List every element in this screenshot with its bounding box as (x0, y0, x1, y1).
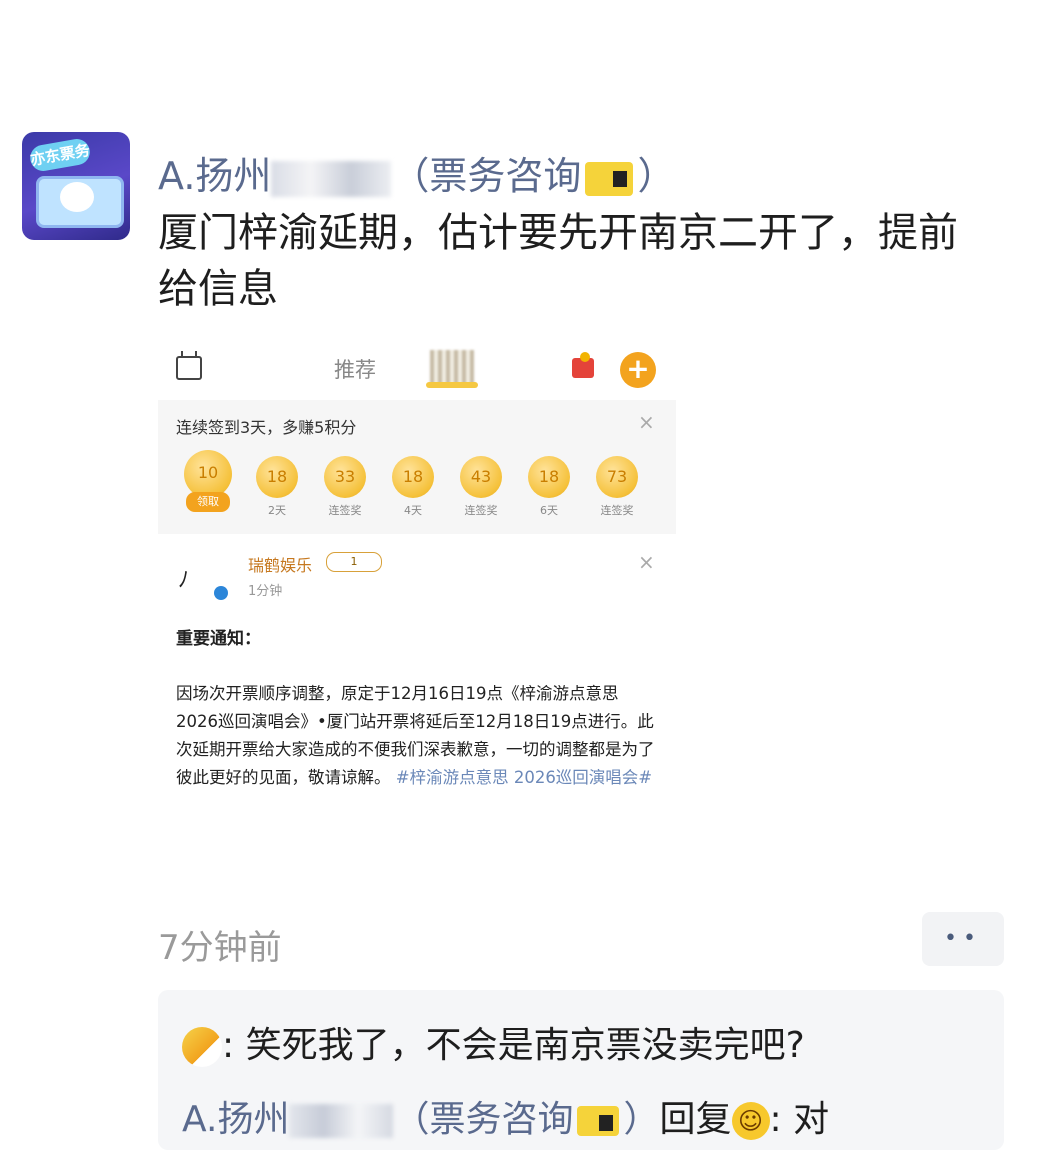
gift-icon (572, 352, 594, 378)
notice-time: 1分钟 (248, 584, 283, 599)
commenter-name-close: ） (623, 1099, 660, 1140)
reply-label: 回复 (659, 1099, 732, 1140)
ticket-emoji-icon (585, 161, 634, 196)
calendar-check-icon (176, 351, 202, 380)
checkin-coin: 43 (460, 456, 502, 498)
notice-post: ﾉ 瑞鹤娱乐 1 1分钟 × 重要通知： 因场次开票顺序调整，原定于12月16日… (158, 540, 676, 880)
checkin-coin: 18 (392, 456, 434, 498)
checkin-panel: 连续签到3天，多赚5积分 × 10 领取 18 2天 33 连签奖 18 4天 … (158, 400, 676, 534)
close-icon: × (638, 410, 655, 434)
checkin-day-label: 2天 (268, 504, 286, 517)
checkin-title: 连续签到3天，多赚5积分 (176, 418, 357, 437)
close-icon: × (638, 550, 655, 574)
checkin-coin: 18 (528, 456, 570, 498)
tab-underline (426, 382, 478, 388)
ticket-emoji-icon (577, 1106, 620, 1136)
notice-hashtag: #梓渝游点意思 2026巡回演唱会# (395, 768, 653, 787)
checkin-coin: 18 (256, 456, 298, 498)
commenter-name-prefix: A.扬州 (182, 1099, 290, 1140)
redacted-name (289, 1104, 394, 1138)
redacted-name (271, 160, 392, 197)
crown-badge: 1 (326, 552, 382, 572)
checkin-day-label: 连签奖 (464, 504, 498, 517)
checkin-coin: 10 (184, 450, 232, 498)
plus-icon: + (620, 352, 656, 388)
tab-recommend: 推荐 (334, 358, 376, 382)
comment-separator: : (222, 1025, 235, 1066)
cat-icon (60, 182, 94, 212)
notice-account-name: 瑞鹤娱乐 (248, 556, 313, 575)
comment-text: 笑死我了，不会是南京票没卖完吧? (234, 1025, 805, 1066)
sender-name-prefix: A.扬州 (158, 154, 272, 198)
commenter-avatar-icon (182, 1027, 222, 1067)
app-top-bar: 推荐 + (158, 340, 676, 400)
comment-text: 对 (781, 1099, 830, 1140)
checkin-day-label: 连签奖 (600, 504, 634, 517)
post-message: 厦门梓渝延期，估计要先开南京二开了，提前给信息 (158, 210, 958, 312)
verified-icon (214, 586, 228, 600)
checkin-coin: 33 (324, 456, 366, 498)
commenter-name[interactable]: A.扬州 （票务咨询 ） (182, 1099, 659, 1140)
avatar-banner-text: 亦东票务 (28, 136, 92, 174)
smile-emoji-icon: ☺ (731, 1102, 770, 1140)
sender-avatar[interactable]: 亦东票务 (22, 132, 130, 240)
comment-row[interactable]: : 笑死我了，不会是南京票没卖完吧? (182, 1016, 805, 1068)
notice-body: 因场次开票顺序调整，原定于12月16日19点《梓渝游点意思 2026巡回演唱会》… (176, 680, 656, 792)
checkin-day-label: 4天 (404, 504, 422, 517)
tab-redacted (430, 350, 474, 386)
checkin-day-label: 6天 (540, 504, 558, 517)
sender-name-suffix: （票务咨询 (391, 154, 582, 198)
post-timestamp: 7分钟前 (158, 928, 282, 968)
sender-name-close: ） (637, 154, 676, 198)
comments-section: : 笑死我了，不会是南京票没卖完吧? A.扬州 （票务咨询 ）回复 ☺: 对 (158, 990, 1004, 1150)
attached-screenshot[interactable]: 推荐 + 连续签到3天，多赚5积分 × 10 领取 18 2天 33 连签奖 1… (158, 340, 676, 880)
comment-row[interactable]: A.扬州 （票务咨询 ）回复 ☺: 对 (182, 1090, 829, 1142)
checkin-day-label: 领取 (186, 492, 230, 512)
commenter-name-suffix: （票务咨询 (393, 1099, 574, 1140)
checkin-day-label: 连签奖 (328, 504, 362, 517)
more-options-button[interactable]: •• (922, 912, 1004, 966)
sender-name[interactable]: A.扬州 （票务咨询 ） (158, 145, 675, 200)
comment-separator: : (769, 1099, 782, 1140)
notice-title: 重要通知： (176, 629, 261, 649)
checkin-coin: 73 (596, 456, 638, 498)
account-logo: ﾉ (178, 568, 190, 593)
